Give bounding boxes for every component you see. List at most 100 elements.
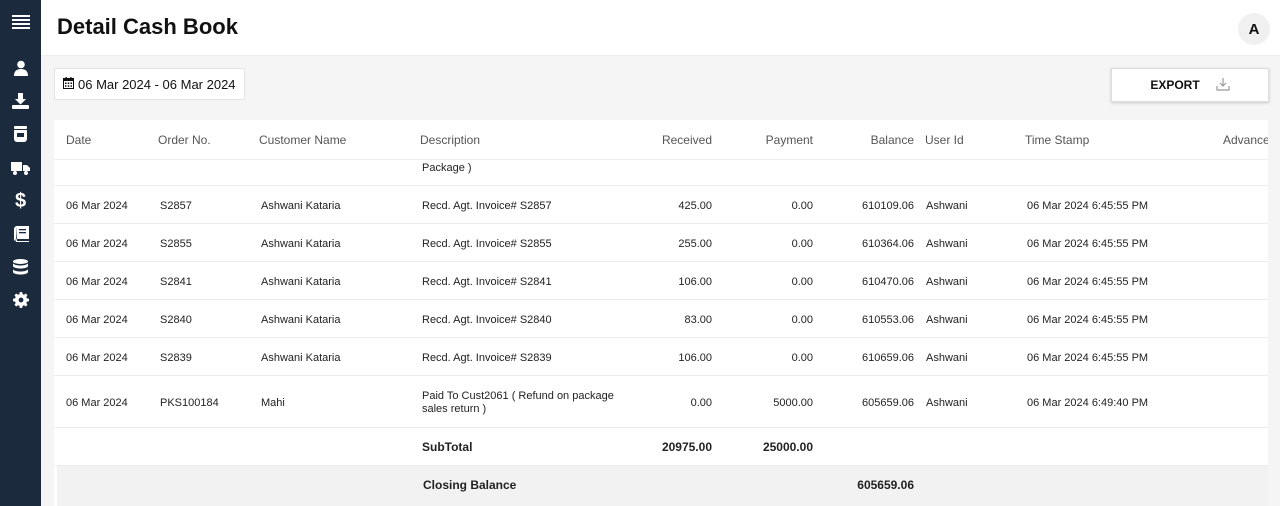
jar-icon[interactable]	[0, 119, 41, 149]
payment-cell: 5000.00	[773, 397, 813, 409]
download-icon[interactable]	[0, 86, 41, 116]
user-cell: Ashwani	[926, 276, 968, 288]
order-cell: S2840	[160, 314, 192, 326]
timestamp-cell: 06 Mar 2024 6:45:55 PM	[1027, 352, 1149, 364]
col-user-id[interactable]: User Id	[925, 133, 964, 147]
description-cell: Recd. Agt. Invoice# S2840	[422, 314, 552, 326]
description-cell: Recd. Agt. Invoice# S2841	[422, 276, 552, 288]
description-cell: Recd. Agt. Invoice# S2855	[422, 238, 552, 250]
description-line2: sales return )	[422, 403, 487, 415]
table-row-partial: Package )	[54, 160, 1268, 186]
col-order-no[interactable]: Order No.	[158, 133, 211, 147]
user-icon[interactable]	[0, 53, 41, 83]
closing-balance-value: 605659.06	[857, 478, 914, 492]
timestamp-cell: 06 Mar 2024 6:45:55 PM	[1027, 314, 1149, 326]
date-range-picker[interactable]: 06 Mar 2024 - 06 Mar 2024	[54, 68, 245, 100]
date-cell: 06 Mar 2024	[66, 352, 128, 364]
sidebar: $	[0, 0, 41, 506]
received-cell: 425.00	[678, 200, 712, 212]
payment-cell: 0.00	[791, 200, 813, 212]
payment-cell: 0.00	[791, 238, 813, 250]
col-time-stamp[interactable]: Time Stamp	[1025, 133, 1089, 147]
page-title: Detail Cash Book	[57, 14, 238, 39]
col-description[interactable]: Description	[420, 133, 480, 147]
col-date[interactable]: Date	[66, 133, 91, 147]
subtotal-label: SubTotal	[422, 440, 473, 454]
description-cell: Recd. Agt. Invoice# S2839	[422, 352, 552, 364]
customer-cell: Ashwani Kataria	[261, 200, 341, 212]
table-row: 06 Mar 2024 S2839 Ashwani Kataria Recd. …	[54, 338, 1268, 376]
truck-icon[interactable]	[0, 153, 41, 183]
table-row: 06 Mar 2024 PKS100184 Mahi Paid To Cust2…	[54, 376, 1268, 428]
date-range-label: 06 Mar 2024 - 06 Mar 2024	[78, 76, 236, 92]
description-cell: Recd. Agt. Invoice# S2857	[422, 200, 552, 212]
timestamp-cell: 06 Mar 2024 6:49:40 PM	[1027, 397, 1149, 409]
database-icon[interactable]	[0, 252, 41, 282]
dollar-icon[interactable]: $	[0, 186, 41, 216]
table-row: 06 Mar 2024 S2855 Ashwani Kataria Recd. …	[54, 224, 1268, 262]
menu-icon[interactable]	[0, 7, 41, 37]
customer-cell: Mahi	[261, 397, 285, 409]
export-button[interactable]: EXPORT	[1111, 68, 1269, 102]
user-cell: Ashwani	[926, 238, 968, 250]
received-cell: 106.00	[678, 352, 712, 364]
timestamp-cell: 06 Mar 2024 6:45:55 PM	[1027, 200, 1149, 212]
table-row: 06 Mar 2024 S2840 Ashwani Kataria Recd. …	[54, 300, 1268, 338]
user-cell: Ashwani	[926, 352, 968, 364]
col-balance[interactable]: Balance	[814, 133, 914, 147]
timestamp-cell: 06 Mar 2024 6:45:55 PM	[1027, 276, 1149, 288]
date-cell: 06 Mar 2024	[66, 397, 128, 409]
closing-balance-row: Closing Balance 605659.06	[57, 466, 1268, 506]
table-header: Date Order No. Customer Name Description…	[54, 120, 1268, 160]
gear-icon[interactable]	[0, 285, 41, 315]
received-cell: 106.00	[678, 276, 712, 288]
cash-book-table: Date Order No. Customer Name Description…	[54, 120, 1268, 506]
user-cell: Ashwani	[926, 397, 968, 409]
closing-balance-label: Closing Balance	[423, 478, 517, 492]
table-row: 06 Mar 2024 S2841 Ashwani Kataria Recd. …	[54, 262, 1268, 300]
balance-cell: 610109.06	[862, 200, 914, 212]
avatar[interactable]: A	[1238, 13, 1270, 45]
payment-cell: 0.00	[791, 276, 813, 288]
order-cell: S2839	[160, 352, 192, 364]
top-bar: Detail Cash Book A	[41, 0, 1280, 56]
col-received[interactable]: Received	[612, 133, 712, 147]
description-line1: Paid To Cust2061 ( Refund on package	[422, 390, 614, 402]
order-cell: S2841	[160, 276, 192, 288]
subtotal-received: 20975.00	[661, 440, 712, 454]
col-payment[interactable]: Payment	[713, 133, 813, 147]
payment-cell: 0.00	[791, 352, 813, 364]
download-tray-icon	[1216, 77, 1230, 94]
col-customer-name[interactable]: Customer Name	[259, 133, 346, 147]
subtotal-row: SubTotal 20975.00 25000.00	[54, 428, 1268, 466]
customer-cell: Ashwani Kataria	[261, 276, 341, 288]
table-row: 06 Mar 2024 S2857 Ashwani Kataria Recd. …	[54, 186, 1268, 224]
calendar-icon	[63, 76, 74, 92]
payment-cell: 0.00	[791, 314, 813, 326]
user-cell: Ashwani	[926, 314, 968, 326]
order-cell: S2855	[160, 238, 192, 250]
customer-cell: Ashwani Kataria	[261, 238, 341, 250]
balance-cell: 605659.06	[862, 397, 914, 409]
received-cell: 255.00	[678, 238, 712, 250]
subtotal-payment: 25000.00	[762, 440, 813, 454]
book-icon[interactable]	[0, 219, 41, 249]
balance-cell: 610364.06	[862, 238, 914, 250]
balance-cell: 610553.06	[862, 314, 914, 326]
received-cell: 0.00	[690, 397, 712, 409]
customer-cell: Ashwani Kataria	[261, 314, 341, 326]
date-cell: 06 Mar 2024	[66, 200, 128, 212]
balance-cell: 610470.06	[862, 276, 914, 288]
col-advance[interactable]: Advance	[1223, 133, 1268, 147]
order-cell: PKS100184	[160, 397, 219, 409]
received-cell: 83.00	[684, 314, 712, 326]
date-cell: 06 Mar 2024	[66, 238, 128, 250]
order-cell: S2857	[160, 200, 192, 212]
date-cell: 06 Mar 2024	[66, 314, 128, 326]
balance-cell: 610659.06	[862, 352, 914, 364]
date-cell: 06 Mar 2024	[66, 276, 128, 288]
customer-cell: Ashwani Kataria	[261, 352, 341, 364]
description-cell: Package )	[422, 162, 472, 174]
export-label: EXPORT	[1150, 78, 1200, 92]
timestamp-cell: 06 Mar 2024 6:45:55 PM	[1027, 238, 1149, 250]
